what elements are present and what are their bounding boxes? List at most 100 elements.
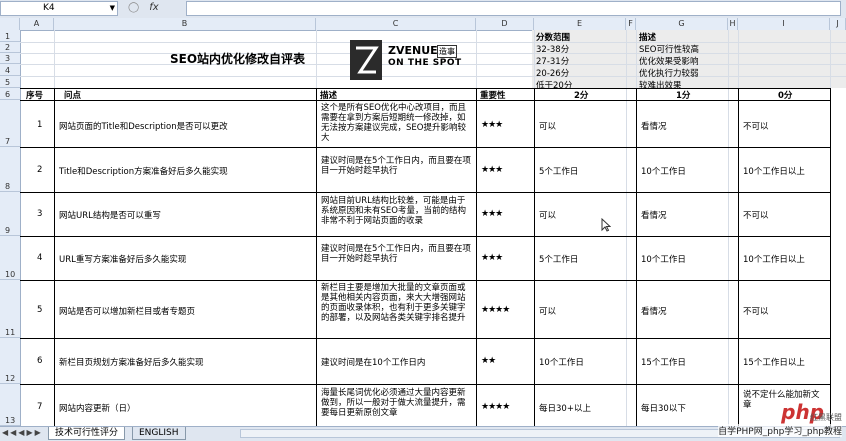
row-score-2[interactable]: 10个工作日: [536, 354, 634, 370]
insert-function-button[interactable]: ◯ fx: [128, 1, 186, 16]
row-desc[interactable]: 新栏目主要是增加大批量的文章页面或是其他相关内容页面，来大大增强网站的页面收录体…: [318, 281, 476, 337]
row-score-2[interactable]: 5个工作日: [536, 251, 634, 267]
row-num[interactable]: 1: [34, 118, 52, 132]
row-num[interactable]: 5: [34, 303, 52, 317]
row-score-1[interactable]: 10个工作日: [638, 163, 736, 179]
row-question[interactable]: 网站页面的Title和Description是否可以更改: [56, 118, 314, 134]
col-header-i[interactable]: I: [738, 18, 830, 30]
watermark-sub: 红黑联盟: [810, 413, 842, 422]
header-question[interactable]: 问点: [64, 89, 164, 100]
col-header-a[interactable]: A: [20, 18, 54, 30]
row-score-2[interactable]: 可以: [536, 303, 634, 319]
row-score-0[interactable]: 15个工作日以上: [740, 354, 830, 370]
row-score-1[interactable]: 15个工作日: [638, 354, 736, 370]
row-question[interactable]: 网站内容更新（日）: [56, 400, 314, 416]
row-desc[interactable]: 这个是所有SEO优化中心改项目，而且需要在拿到方案后短期统一修改掉，如无法按方案…: [318, 101, 476, 147]
header-score-2[interactable]: 2分: [574, 89, 614, 100]
score-desc-item: 优化执行力较弱: [639, 69, 699, 79]
row-importance[interactable]: ★★★: [478, 251, 532, 265]
row-num[interactable]: 2: [34, 163, 52, 177]
row-desc[interactable]: 海量长尾词优化必须通过大量内容更新做到，所以一般对于做大流量提升，需要每日更新原…: [318, 386, 476, 426]
watermark-text: 自学PHP网_php学习_php教程: [718, 424, 842, 437]
select-all-corner[interactable]: [0, 18, 20, 30]
row-header-4[interactable]: 4: [0, 64, 20, 76]
mouse-cursor-icon: [601, 217, 612, 235]
row-header-11[interactable]: 11: [0, 280, 20, 338]
row-score-2[interactable]: 可以: [536, 207, 634, 223]
col-header-g[interactable]: G: [636, 18, 728, 30]
header-score-1[interactable]: 1分: [676, 89, 716, 100]
row-importance[interactable]: ★★★: [478, 163, 532, 177]
chevron-down-icon[interactable]: ▼: [110, 2, 115, 15]
row-score-0[interactable]: 不可以: [740, 118, 830, 134]
row-question[interactable]: URL重写方案准备好后多久能实现: [56, 251, 314, 267]
row-num[interactable]: 7: [34, 400, 52, 414]
row-score-1[interactable]: 每日30以下: [638, 400, 736, 416]
row-header-1[interactable]: 1: [0, 30, 20, 42]
row-score-1[interactable]: 10个工作日: [638, 251, 736, 267]
row-score-1[interactable]: 看情况: [638, 118, 736, 134]
score-range-item: 27-31分: [536, 57, 570, 67]
row-question[interactable]: 网站是否可以增加新栏目或者专题页: [56, 303, 314, 319]
fx-label: fx: [149, 2, 159, 13]
sheet-tab-english[interactable]: ENGLISH: [132, 427, 186, 440]
col-header-d[interactable]: D: [476, 18, 534, 30]
col-header-f[interactable]: F: [626, 18, 636, 30]
col-header-b[interactable]: B: [54, 18, 316, 30]
row-question[interactable]: Title和Description方案准备好后多久能实现: [56, 163, 314, 179]
row-score-2[interactable]: 可以: [536, 118, 634, 134]
row-header-7[interactable]: 7: [0, 100, 20, 147]
row-score-0[interactable]: 10个工作日以上: [740, 163, 830, 179]
name-box-value: K4: [43, 3, 55, 13]
sheet-grid[interactable]: SEO站内优化修改自评表 ZVENUE 造事 ON THE SPOT 分数范围 …: [20, 30, 846, 426]
header-score-0[interactable]: 0分: [778, 89, 818, 100]
row-importance[interactable]: ★★★★: [478, 303, 532, 317]
row-importance[interactable]: ★★★: [478, 118, 532, 132]
row-header-2[interactable]: 2: [0, 42, 20, 53]
row-num[interactable]: 6: [34, 354, 52, 368]
row-importance[interactable]: ★★★: [478, 207, 532, 221]
formula-input[interactable]: [186, 1, 841, 16]
row-header-8[interactable]: 8: [0, 147, 20, 192]
row-desc[interactable]: 建议时间是在5个工作日内，而且要在项目一开始时趁早执行: [318, 154, 476, 190]
row-score-0[interactable]: 不可以: [740, 207, 830, 223]
score-desc-item: 优化效果受影响: [639, 57, 699, 67]
col-header-c[interactable]: C: [316, 18, 476, 30]
header-desc[interactable]: 描述: [320, 89, 420, 100]
tab-scroll-arrows-icon[interactable]: ◀◀◀▶▶: [2, 428, 43, 437]
score-range-item: 32-38分: [536, 45, 570, 55]
sheet-tab-feasibility[interactable]: 技术可行性评分: [48, 427, 126, 440]
row-header-3[interactable]: 3: [0, 53, 20, 64]
row-header-10[interactable]: 10: [0, 236, 20, 280]
row-importance[interactable]: ★★: [478, 354, 532, 368]
cancel-icon: ◯: [128, 2, 140, 13]
row-score-1[interactable]: 看情况: [638, 303, 736, 319]
row-score-2[interactable]: 5个工作日: [536, 163, 634, 179]
row-question[interactable]: 网站URL结构是否可以重写: [56, 207, 314, 223]
col-header-e[interactable]: E: [534, 18, 626, 30]
row-desc[interactable]: 网站目前URL结构比较差，可能是由于系统原因和未有SEO考量，当前的结构非常不利…: [318, 194, 476, 236]
row-header-5[interactable]: 5: [0, 76, 20, 88]
header-num[interactable]: 序号: [26, 89, 54, 100]
row-header-12[interactable]: 12: [0, 338, 20, 384]
row-score-1[interactable]: 看情况: [638, 207, 736, 223]
row-header-6[interactable]: 6: [0, 88, 20, 100]
row-header-13[interactable]: 13: [0, 384, 20, 426]
row-num[interactable]: 3: [34, 207, 52, 221]
row-score-0[interactable]: 不可以: [740, 303, 830, 319]
col-header-h[interactable]: H: [728, 18, 738, 30]
row-header-9[interactable]: 9: [0, 192, 20, 236]
row-score-0[interactable]: 10个工作日以上: [740, 251, 830, 267]
row-question[interactable]: 新栏目页规划方案准备好后多久能实现: [56, 354, 314, 370]
formula-bar: K4 ▼ ◯ fx: [0, 0, 846, 19]
header-importance[interactable]: 重要性: [480, 89, 532, 100]
name-box[interactable]: K4 ▼: [0, 1, 118, 16]
col-header-j[interactable]: J: [830, 18, 846, 30]
row-score-2[interactable]: 每日30+以上: [536, 400, 634, 416]
row-importance[interactable]: ★★★★: [478, 400, 532, 414]
score-desc-item: SEO可行性较高: [639, 45, 699, 55]
row-desc[interactable]: 建议时间是在5个工作日内，而且要在项目一开始时趁早执行: [318, 242, 476, 278]
score-desc-header: 描述: [639, 33, 657, 43]
row-num[interactable]: 4: [34, 251, 52, 265]
row-desc[interactable]: 建议时间是在10个工作日内: [318, 354, 476, 370]
